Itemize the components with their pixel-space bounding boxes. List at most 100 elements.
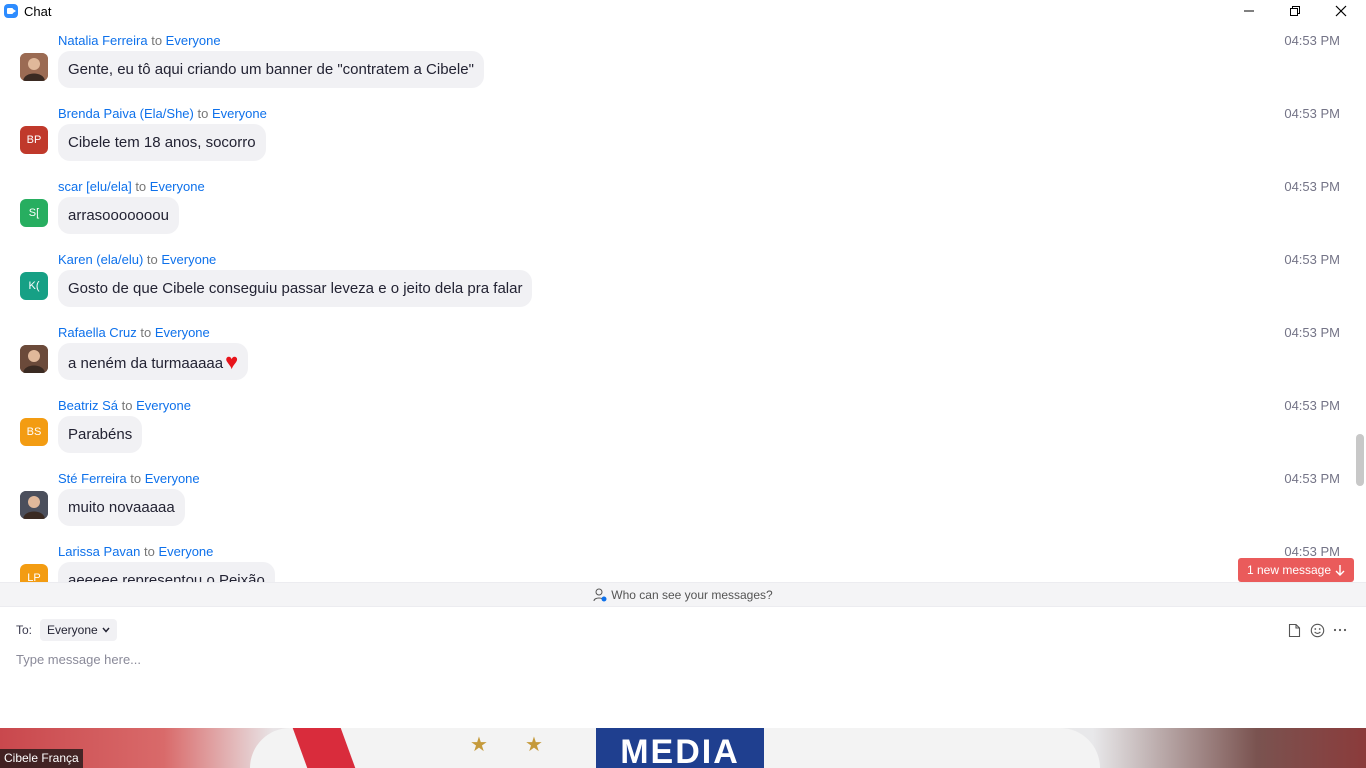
- sender-name[interactable]: Karen (ela/elu): [58, 252, 143, 267]
- heart-emoji-icon: ♥: [225, 349, 239, 374]
- to-word: to: [143, 252, 162, 267]
- chat-message[interactable]: Sté Ferreira to Everyone 04:53 PM muito no…: [0, 462, 1350, 535]
- sender-name[interactable]: Beatriz Sá: [58, 398, 118, 413]
- sender-name[interactable]: Rafaella Cruz: [58, 325, 137, 340]
- message-bubble[interactable]: Cibele tem 18 anos, socorro: [58, 124, 266, 161]
- sender-name[interactable]: Brenda Paiva (Ela/She): [58, 106, 194, 121]
- message-time: 04:53 PM: [1284, 325, 1340, 340]
- participant-name-tag: Cibele França: [0, 749, 83, 768]
- message-time: 04:53 PM: [1284, 252, 1340, 267]
- message-text: aeeeee representou o Peixão: [68, 572, 265, 582]
- sender-name[interactable]: Sté Ferreira: [58, 471, 127, 486]
- message-header: Natalia Ferreira to Everyone: [58, 33, 221, 48]
- recipient-name[interactable]: Everyone: [150, 179, 205, 194]
- to-word: to: [131, 179, 150, 194]
- recipient-value: Everyone: [47, 623, 98, 637]
- message-time: 04:53 PM: [1284, 398, 1340, 413]
- sender-name[interactable]: Natalia Ferreira: [58, 33, 148, 48]
- minimize-icon: [1244, 10, 1254, 12]
- close-icon: [1335, 5, 1347, 17]
- chat-message[interactable]: S[scar [elu/ela] to Everyone 04:53 PM arra…: [0, 170, 1350, 243]
- file-icon: [1288, 623, 1300, 637]
- message-time: 04:53 PM: [1284, 33, 1340, 48]
- message-bubble[interactable]: Gosto de que Cibele conseguiu passar lev…: [58, 270, 533, 307]
- message-bubble[interactable]: Gente, eu tô aqui criando um banner de "…: [58, 51, 484, 88]
- recipient-name[interactable]: Everyone: [158, 544, 213, 559]
- message-time: 04:53 PM: [1284, 544, 1340, 559]
- chat-message[interactable]: BS Beatriz Sá to Everyone 04:53 PM Parabéns: [0, 389, 1350, 462]
- zoom-camera-icon: [4, 4, 18, 18]
- minimize-button[interactable]: [1226, 0, 1272, 22]
- scrollbar-thumb[interactable]: [1356, 434, 1364, 486]
- recipient-name[interactable]: Everyone: [145, 471, 200, 486]
- sender-name[interactable]: Larissa Pavan: [58, 544, 140, 559]
- chat-message[interactable]: LP Larissa Pavan to Everyone 04:53 PM aeeee…: [0, 535, 1350, 582]
- recipient-name[interactable]: Everyone: [161, 252, 216, 267]
- more-options-button[interactable]: [1332, 622, 1348, 638]
- avatar[interactable]: S[: [20, 199, 48, 227]
- message-text: muito novaaaaa: [68, 499, 175, 516]
- person-lock-icon: [593, 588, 607, 601]
- new-message-button[interactable]: 1 new message: [1238, 558, 1354, 582]
- message-bubble[interactable]: arrasooooooou: [58, 197, 179, 234]
- scrollbar[interactable]: [1355, 24, 1366, 582]
- message-header: scar [elu/ela] to Everyone: [58, 179, 205, 194]
- sender-name[interactable]: scar [elu/ela]: [58, 179, 132, 194]
- to-word: to: [140, 544, 159, 559]
- avatar[interactable]: [20, 53, 48, 81]
- title-bar: Chat: [0, 0, 1366, 24]
- avatar[interactable]: K(: [20, 272, 48, 300]
- message-input[interactable]: [16, 649, 1316, 669]
- avatar[interactable]: [20, 345, 48, 373]
- avatar[interactable]: [20, 491, 48, 519]
- file-button[interactable]: [1286, 622, 1302, 638]
- to-word: to: [126, 471, 145, 486]
- message-header: Rafaella Cruz to Everyone: [58, 325, 210, 340]
- close-button[interactable]: [1318, 0, 1364, 22]
- avatar[interactable]: LP: [20, 564, 48, 582]
- message-bubble[interactable]: a neném da turmaaaaa♥: [58, 343, 249, 380]
- message-time: 04:53 PM: [1284, 471, 1340, 486]
- emoji-button[interactable]: [1309, 622, 1325, 638]
- message-bubble[interactable]: muito novaaaaa: [58, 489, 185, 526]
- message-text: arrasooooooou: [68, 207, 169, 224]
- message-bubble[interactable]: aeeeee representou o Peixão: [58, 562, 275, 582]
- message-header: Beatriz Sá to Everyone: [58, 398, 191, 413]
- message-time: 04:53 PM: [1284, 106, 1340, 121]
- star-icon: ★: [525, 734, 543, 756]
- chat-message[interactable]: Rafaella Cruz to Everyone 04:53 PM a neném…: [0, 316, 1350, 389]
- recipient-dropdown[interactable]: Everyone: [40, 619, 117, 641]
- privacy-text: Who can see your messages?: [611, 587, 773, 602]
- recipient-name[interactable]: Everyone: [166, 33, 221, 48]
- recipient-name[interactable]: Everyone: [212, 106, 267, 121]
- message-bubble[interactable]: Parabéns: [58, 416, 143, 453]
- chevron-down-icon: [102, 627, 110, 633]
- chat-window: Chat Natalia Ferreira to Everyone 04:53 P…: [0, 0, 1366, 768]
- message-text: Gosto de que Cibele conseguiu passar lev…: [68, 280, 523, 297]
- recipient-name[interactable]: Everyone: [136, 398, 191, 413]
- to-word: to: [136, 325, 155, 340]
- privacy-bar[interactable]: Who can see your messages?: [0, 582, 1366, 607]
- to-word: to: [117, 398, 137, 413]
- restore-icon: [1290, 6, 1300, 16]
- more-icon: [1333, 628, 1347, 632]
- chat-message[interactable]: Natalia Ferreira to Everyone 04:53 PM Gent…: [0, 24, 1350, 97]
- composer: To: Everyone: [0, 607, 1366, 728]
- star-icon: ★: [470, 734, 488, 756]
- shirt-logo: MEDIA: [596, 728, 764, 768]
- window-title: Chat: [24, 4, 52, 19]
- to-word: to: [147, 33, 166, 48]
- message-text: Gente, eu tô aqui criando um banner de "…: [68, 61, 474, 78]
- arrow-down-icon: [1335, 565, 1345, 576]
- message-header: Sté Ferreira to Everyone: [58, 471, 200, 486]
- recipient-name[interactable]: Everyone: [155, 325, 210, 340]
- restore-button[interactable]: [1272, 0, 1318, 22]
- message-header: Larissa Pavan to Everyone: [58, 544, 213, 559]
- chat-message[interactable]: K( Karen (ela/elu) to Everyone 04:53 PM Gos…: [0, 243, 1350, 316]
- new-message-label: 1 new message: [1246, 563, 1332, 577]
- chat-message[interactable]: BP Brenda Paiva (Ela/She) to Everyone 04:5…: [0, 97, 1350, 170]
- to-label: To:: [16, 623, 33, 637]
- avatar[interactable]: BP: [20, 126, 48, 154]
- message-list[interactable]: Natalia Ferreira to Everyone 04:53 PM Gent…: [0, 24, 1366, 582]
- avatar[interactable]: BS: [20, 418, 48, 446]
